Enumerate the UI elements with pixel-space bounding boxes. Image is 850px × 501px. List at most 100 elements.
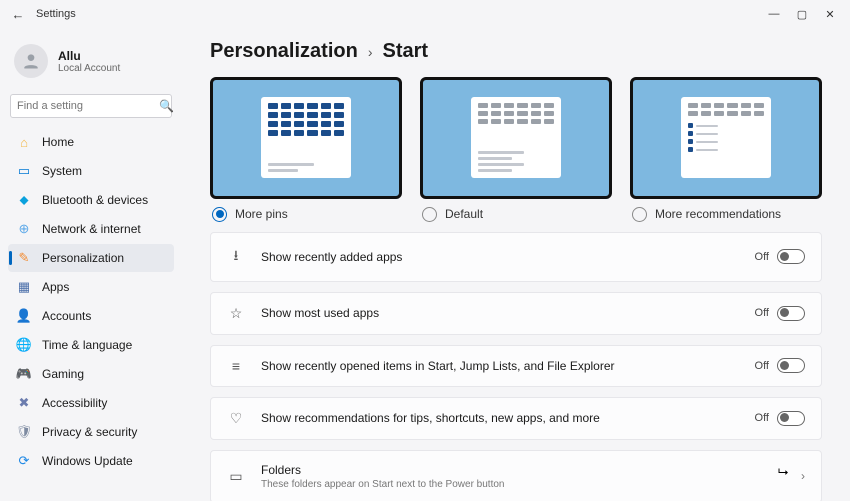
sidebar-item-label: Network & internet (42, 222, 141, 236)
layout-label: More pins (235, 207, 288, 221)
maximize-icon: ▢ (797, 8, 807, 21)
layout-label: Default (445, 207, 483, 221)
toggle-switch[interactable] (777, 358, 805, 373)
nav-list: ⌂ Home ▭ System ⬥ Bluetooth & devices ⊕ Network… (8, 128, 174, 475)
profile-block[interactable]: Allu Local Account (8, 36, 174, 94)
accessibility-icon: ✖ (16, 395, 32, 411)
sidebar-item-accounts[interactable]: 👤 Accounts (8, 302, 174, 330)
home-icon: ⌂ (16, 134, 32, 150)
layout-option-more-pins[interactable]: More pins (210, 77, 402, 222)
sidebar-item-accessibility[interactable]: ✖ Accessibility (8, 389, 174, 417)
sidebar-item-label: Time & language (42, 338, 132, 352)
sidebar-item-label: System (42, 164, 82, 178)
apps-icon: ▦ (16, 279, 32, 295)
sidebar-item-label: Windows Update (42, 454, 133, 468)
sidebar-item-time-language[interactable]: 🌐 Time & language (8, 331, 174, 359)
toggle-state-label: Off (755, 251, 769, 263)
network-icon: ⊕ (16, 221, 32, 237)
privacy-icon: 🛡 (16, 424, 32, 440)
folder-icon: ▭ (227, 468, 245, 485)
layout-label: More recommendations (655, 207, 781, 221)
sidebar-item-apps[interactable]: ▦ Apps (8, 273, 174, 301)
titlebar: ← Settings — ▢ ✕ (0, 0, 850, 28)
setting-title: Show most used apps (261, 306, 739, 320)
content: Personalization › Start More pins (182, 28, 850, 501)
setting-title: Show recently opened items in Start, Jum… (261, 359, 739, 373)
sidebar-item-label: Home (42, 135, 74, 149)
layout-preview-more-recs (630, 77, 822, 199)
layout-radio-more-recs[interactable]: More recommendations (630, 207, 822, 222)
accounts-icon: 👤 (16, 308, 32, 324)
layout-option-default[interactable]: Default (420, 77, 612, 222)
folders-card[interactable]: ▭ Folders These folders appear on Start … (210, 450, 822, 501)
star-icon: ☆ (227, 305, 245, 322)
radio-icon (212, 207, 227, 222)
layout-options: More pins Default (210, 77, 822, 222)
download-icon: ⭳ (227, 245, 245, 269)
sidebar-item-label: Apps (42, 280, 69, 294)
sidebar-item-bluetooth-devices[interactable]: ⬥ Bluetooth & devices (8, 186, 174, 214)
toggle-switch[interactable] (777, 249, 805, 264)
search-icon: 🔍 (159, 99, 174, 113)
sidebar-item-label: Bluetooth & devices (42, 193, 148, 207)
setting-row: ≡ Show recently opened items in Start, Ju… (210, 345, 822, 387)
sidebar-item-privacy-security[interactable]: 🛡 Privacy & security (8, 418, 174, 446)
sidebar-item-label: Privacy & security (42, 425, 137, 439)
layout-radio-default[interactable]: Default (420, 207, 612, 222)
toggle-state-label: Off (755, 307, 769, 319)
radio-icon (632, 207, 647, 222)
layout-option-more-recs[interactable]: More recommendations (630, 77, 822, 222)
chevron-right-icon: › (801, 469, 805, 483)
update-icon: ⟳ (16, 453, 32, 469)
bluetooth-icon: ⬥ (16, 192, 32, 208)
setting-row: ⭳ Show recently added apps Off (210, 232, 822, 282)
minimize-icon: — (769, 8, 780, 20)
toggle-state-label: Off (755, 360, 769, 372)
profile-name: Allu (58, 49, 120, 63)
sidebar-item-system[interactable]: ▭ System (8, 157, 174, 185)
window-controls: — ▢ ✕ (760, 2, 844, 26)
close-button[interactable]: ✕ (816, 2, 844, 26)
sidebar-item-label: Accessibility (42, 396, 107, 410)
avatar (14, 44, 48, 78)
folders-subtitle: These folders appear on Start next to th… (261, 479, 785, 490)
setting-row: ☆ Show most used apps Off (210, 292, 822, 335)
toggle-switch[interactable] (777, 306, 805, 321)
window-title: Settings (36, 8, 76, 20)
time-icon: 🌐 (16, 337, 32, 353)
breadcrumb-parent[interactable]: Personalization (210, 40, 358, 63)
gaming-icon: 🎮 (16, 366, 32, 382)
sidebar-item-windows-update[interactable]: ⟳ Windows Update (8, 447, 174, 475)
layout-radio-more-pins[interactable]: More pins (210, 207, 402, 222)
sidebar-item-label: Accounts (42, 309, 91, 323)
sidebar-item-home[interactable]: ⌂ Home (8, 128, 174, 156)
person-icon (21, 51, 41, 71)
sidebar-item-gaming[interactable]: 🎮 Gaming (8, 360, 174, 388)
radio-icon (422, 207, 437, 222)
sidebar-item-label: Gaming (42, 367, 84, 381)
sidebar: Allu Local Account 🔍 ⌂ Home ▭ System ⬥ Blueto… (0, 28, 182, 501)
breadcrumb-current: Start (382, 40, 428, 63)
system-icon: ▭ (16, 163, 32, 179)
maximize-button[interactable]: ▢ (788, 2, 816, 26)
search-input[interactable] (17, 100, 159, 112)
sidebar-item-network-internet[interactable]: ⊕ Network & internet (8, 215, 174, 243)
setting-title: Show recently added apps (261, 250, 739, 264)
close-icon: ✕ (825, 8, 834, 21)
list-icon: ≡ (227, 358, 245, 374)
layout-preview-default (420, 77, 612, 199)
setting-row: ♡ Show recommendations for tips, shortcut… (210, 397, 822, 440)
chevron-right-icon: › (368, 44, 373, 60)
sidebar-item-label: Personalization (42, 251, 124, 265)
search-box[interactable]: 🔍 (10, 94, 172, 118)
toggle-state-label: Off (755, 412, 769, 424)
folders-title: Folders (261, 463, 785, 477)
sidebar-item-personalization[interactable]: ✎Personalization (8, 244, 174, 272)
minimize-button[interactable]: — (760, 2, 788, 26)
layout-preview-more-pins (210, 77, 402, 199)
breadcrumb: Personalization › Start (210, 40, 822, 63)
setting-title: Show recommendations for tips, shortcuts… (261, 411, 739, 425)
toggle-switch[interactable] (777, 411, 805, 426)
lightbulb-icon: ♡ (227, 410, 245, 427)
back-button[interactable]: ← (6, 2, 30, 26)
